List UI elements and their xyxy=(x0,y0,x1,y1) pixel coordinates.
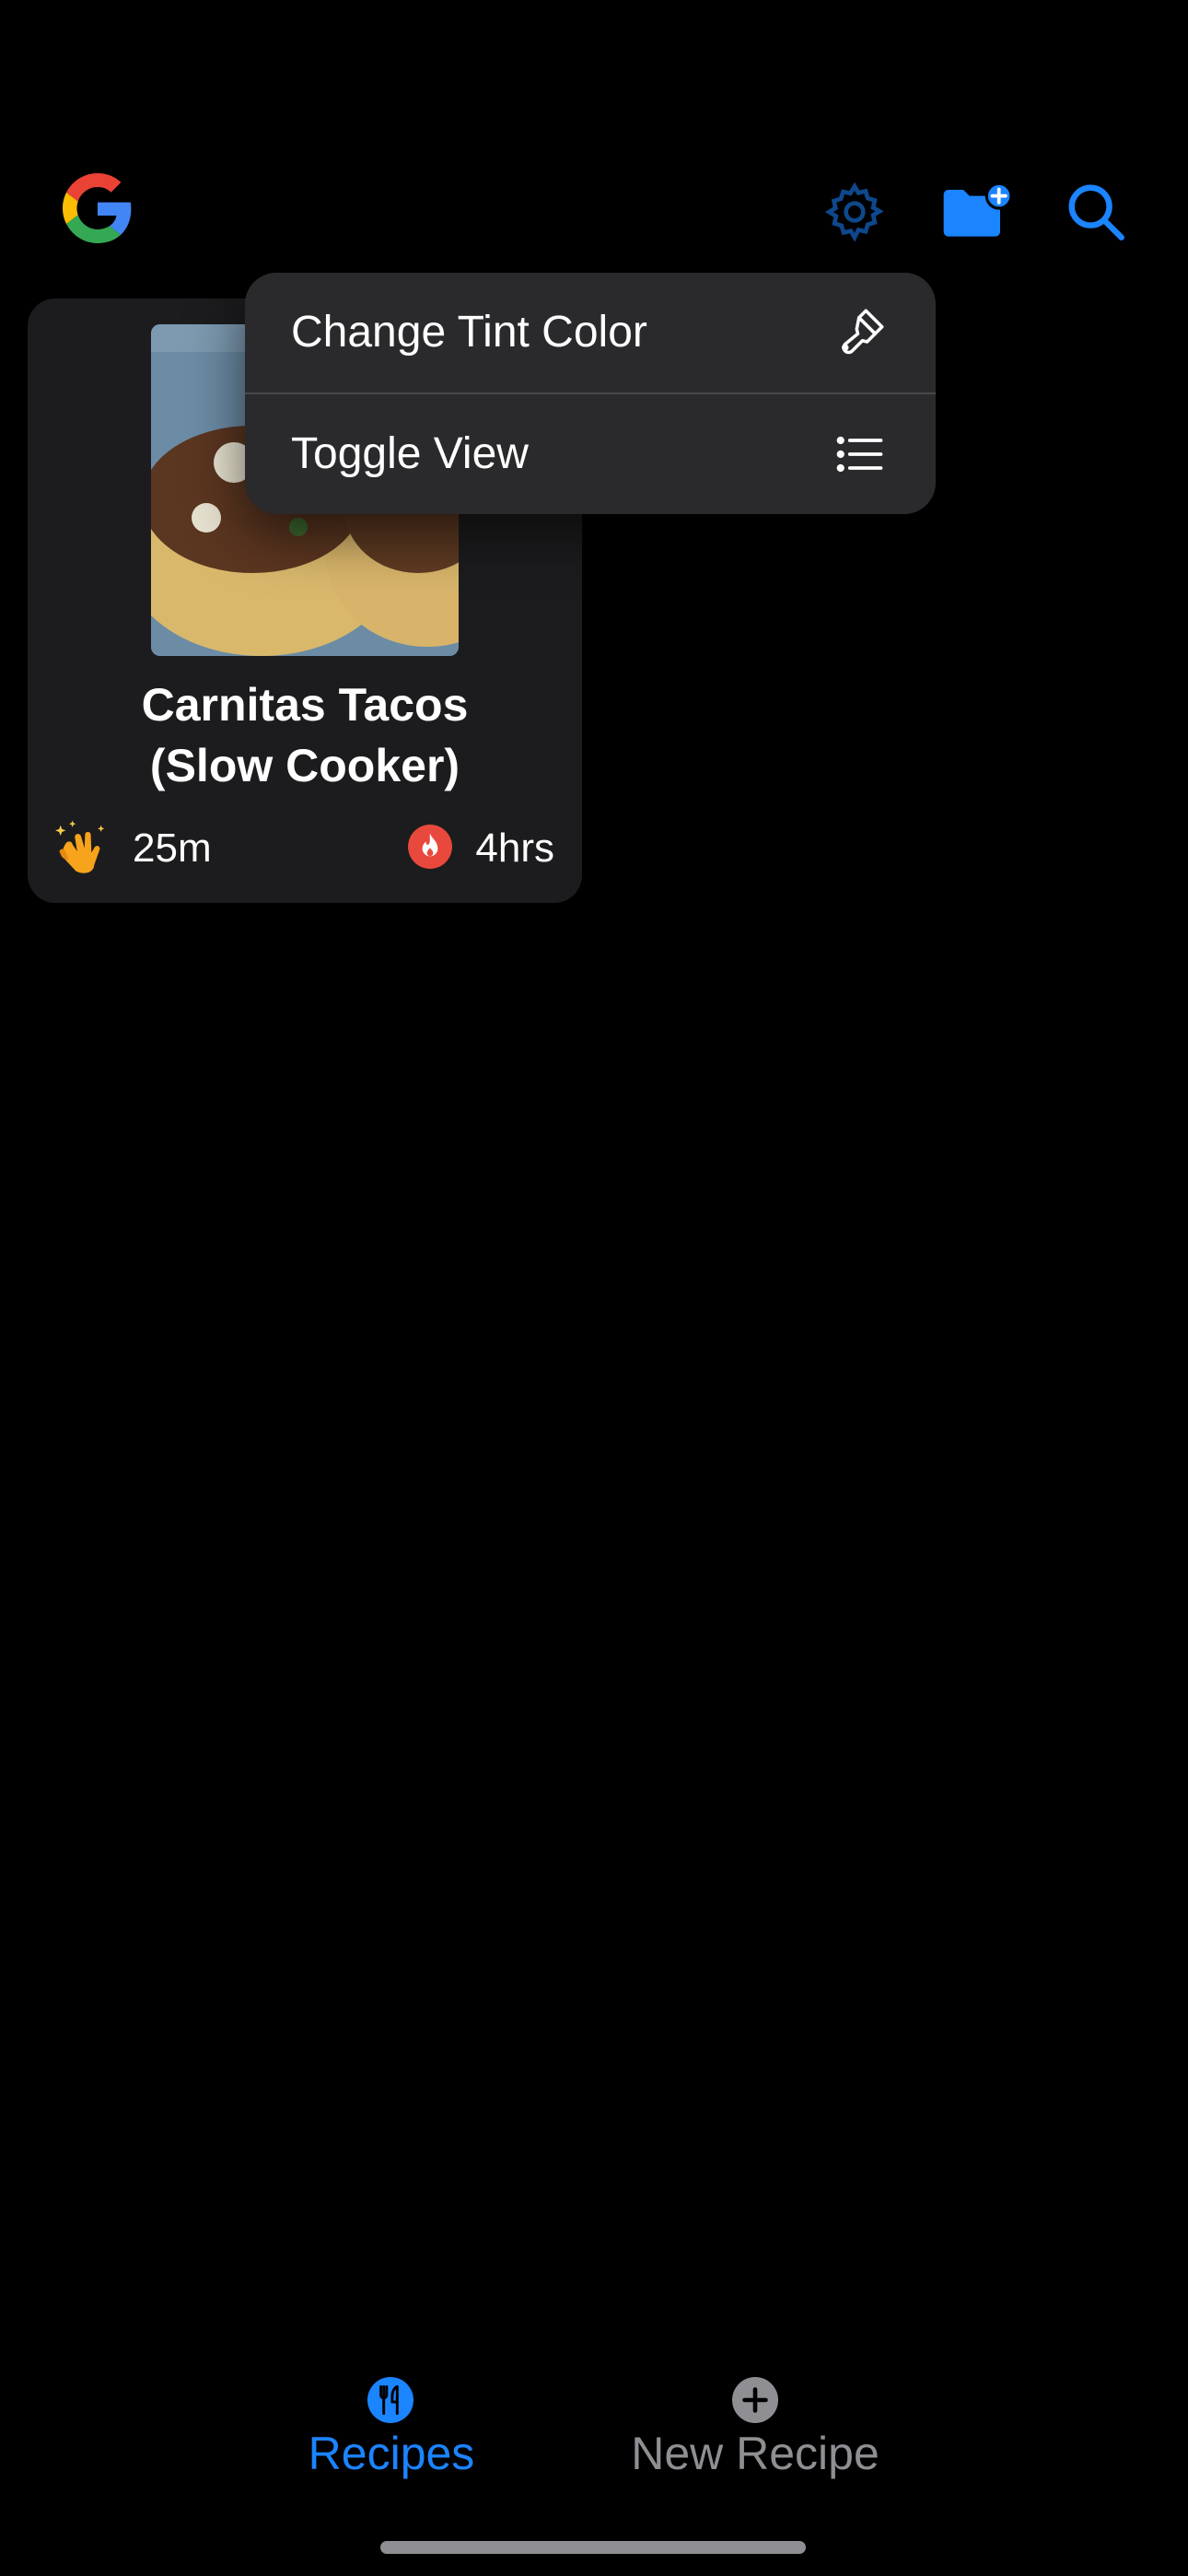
paintbrush-icon xyxy=(833,305,888,360)
google-logo-icon[interactable] xyxy=(63,173,133,243)
list-icon xyxy=(833,427,888,482)
menu-item-label: Change Tint Color xyxy=(291,308,647,357)
cook-time: 4hrs xyxy=(475,825,554,871)
prep-time: 25m xyxy=(133,825,212,871)
gear-icon[interactable] xyxy=(818,175,891,249)
plus-circle-icon xyxy=(732,2377,778,2423)
clapping-hands-icon xyxy=(53,820,111,878)
context-menu: Change Tint Color Toggle View xyxy=(245,273,936,514)
recipe-title: Carnitas Tacos (Slow Cooker) xyxy=(141,679,469,791)
folder-plus-icon[interactable] xyxy=(941,175,1015,249)
tab-new-recipe[interactable]: New Recipe xyxy=(626,2371,884,2491)
tab-label: Recipes xyxy=(308,2428,475,2479)
recipe-meta: 25m 4hrs xyxy=(28,816,582,881)
menu-item-toggle-view[interactable]: Toggle View xyxy=(245,394,936,514)
fork-knife-icon xyxy=(367,2377,413,2423)
tab-label: New Recipe xyxy=(631,2428,879,2479)
menu-item-label: Toggle View xyxy=(291,429,529,478)
tab-recipes[interactable]: Recipes xyxy=(295,2371,488,2491)
home-indicator[interactable] xyxy=(380,2541,806,2554)
menu-item-change-tint-color[interactable]: Change Tint Color xyxy=(245,273,936,392)
flame-icon xyxy=(407,824,453,874)
search-icon[interactable] xyxy=(1059,175,1133,249)
